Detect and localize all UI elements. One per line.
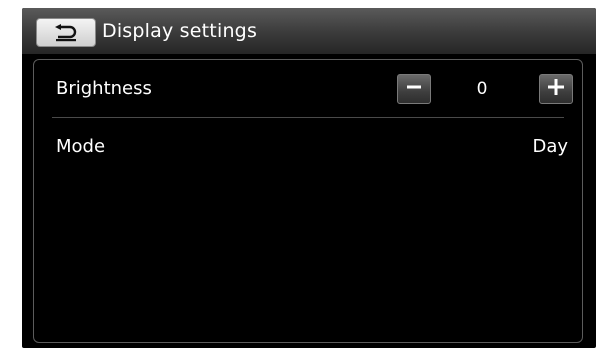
settings-panel: Brightness 0 Mode Day: [33, 59, 583, 343]
brightness-decrease-button[interactable]: [397, 74, 431, 104]
brightness-value: 0: [476, 79, 488, 99]
brightness-increase-button[interactable]: [539, 74, 573, 104]
back-button[interactable]: [36, 18, 96, 47]
brightness-row: Brightness 0: [34, 60, 582, 116]
back-arrow-icon: [53, 23, 79, 42]
mode-label: Mode: [56, 136, 106, 157]
display-settings-screen: Display settings Brightness 0 Mode Day: [22, 8, 596, 348]
page-title: Display settings: [102, 20, 258, 42]
title-bar: Display settings: [22, 8, 596, 54]
mode-row[interactable]: Mode Day: [34, 118, 582, 174]
mode-value: Day: [532, 136, 568, 157]
plus-icon: [547, 78, 565, 100]
brightness-label: Brightness: [56, 78, 152, 99]
minus-icon: [406, 79, 422, 99]
